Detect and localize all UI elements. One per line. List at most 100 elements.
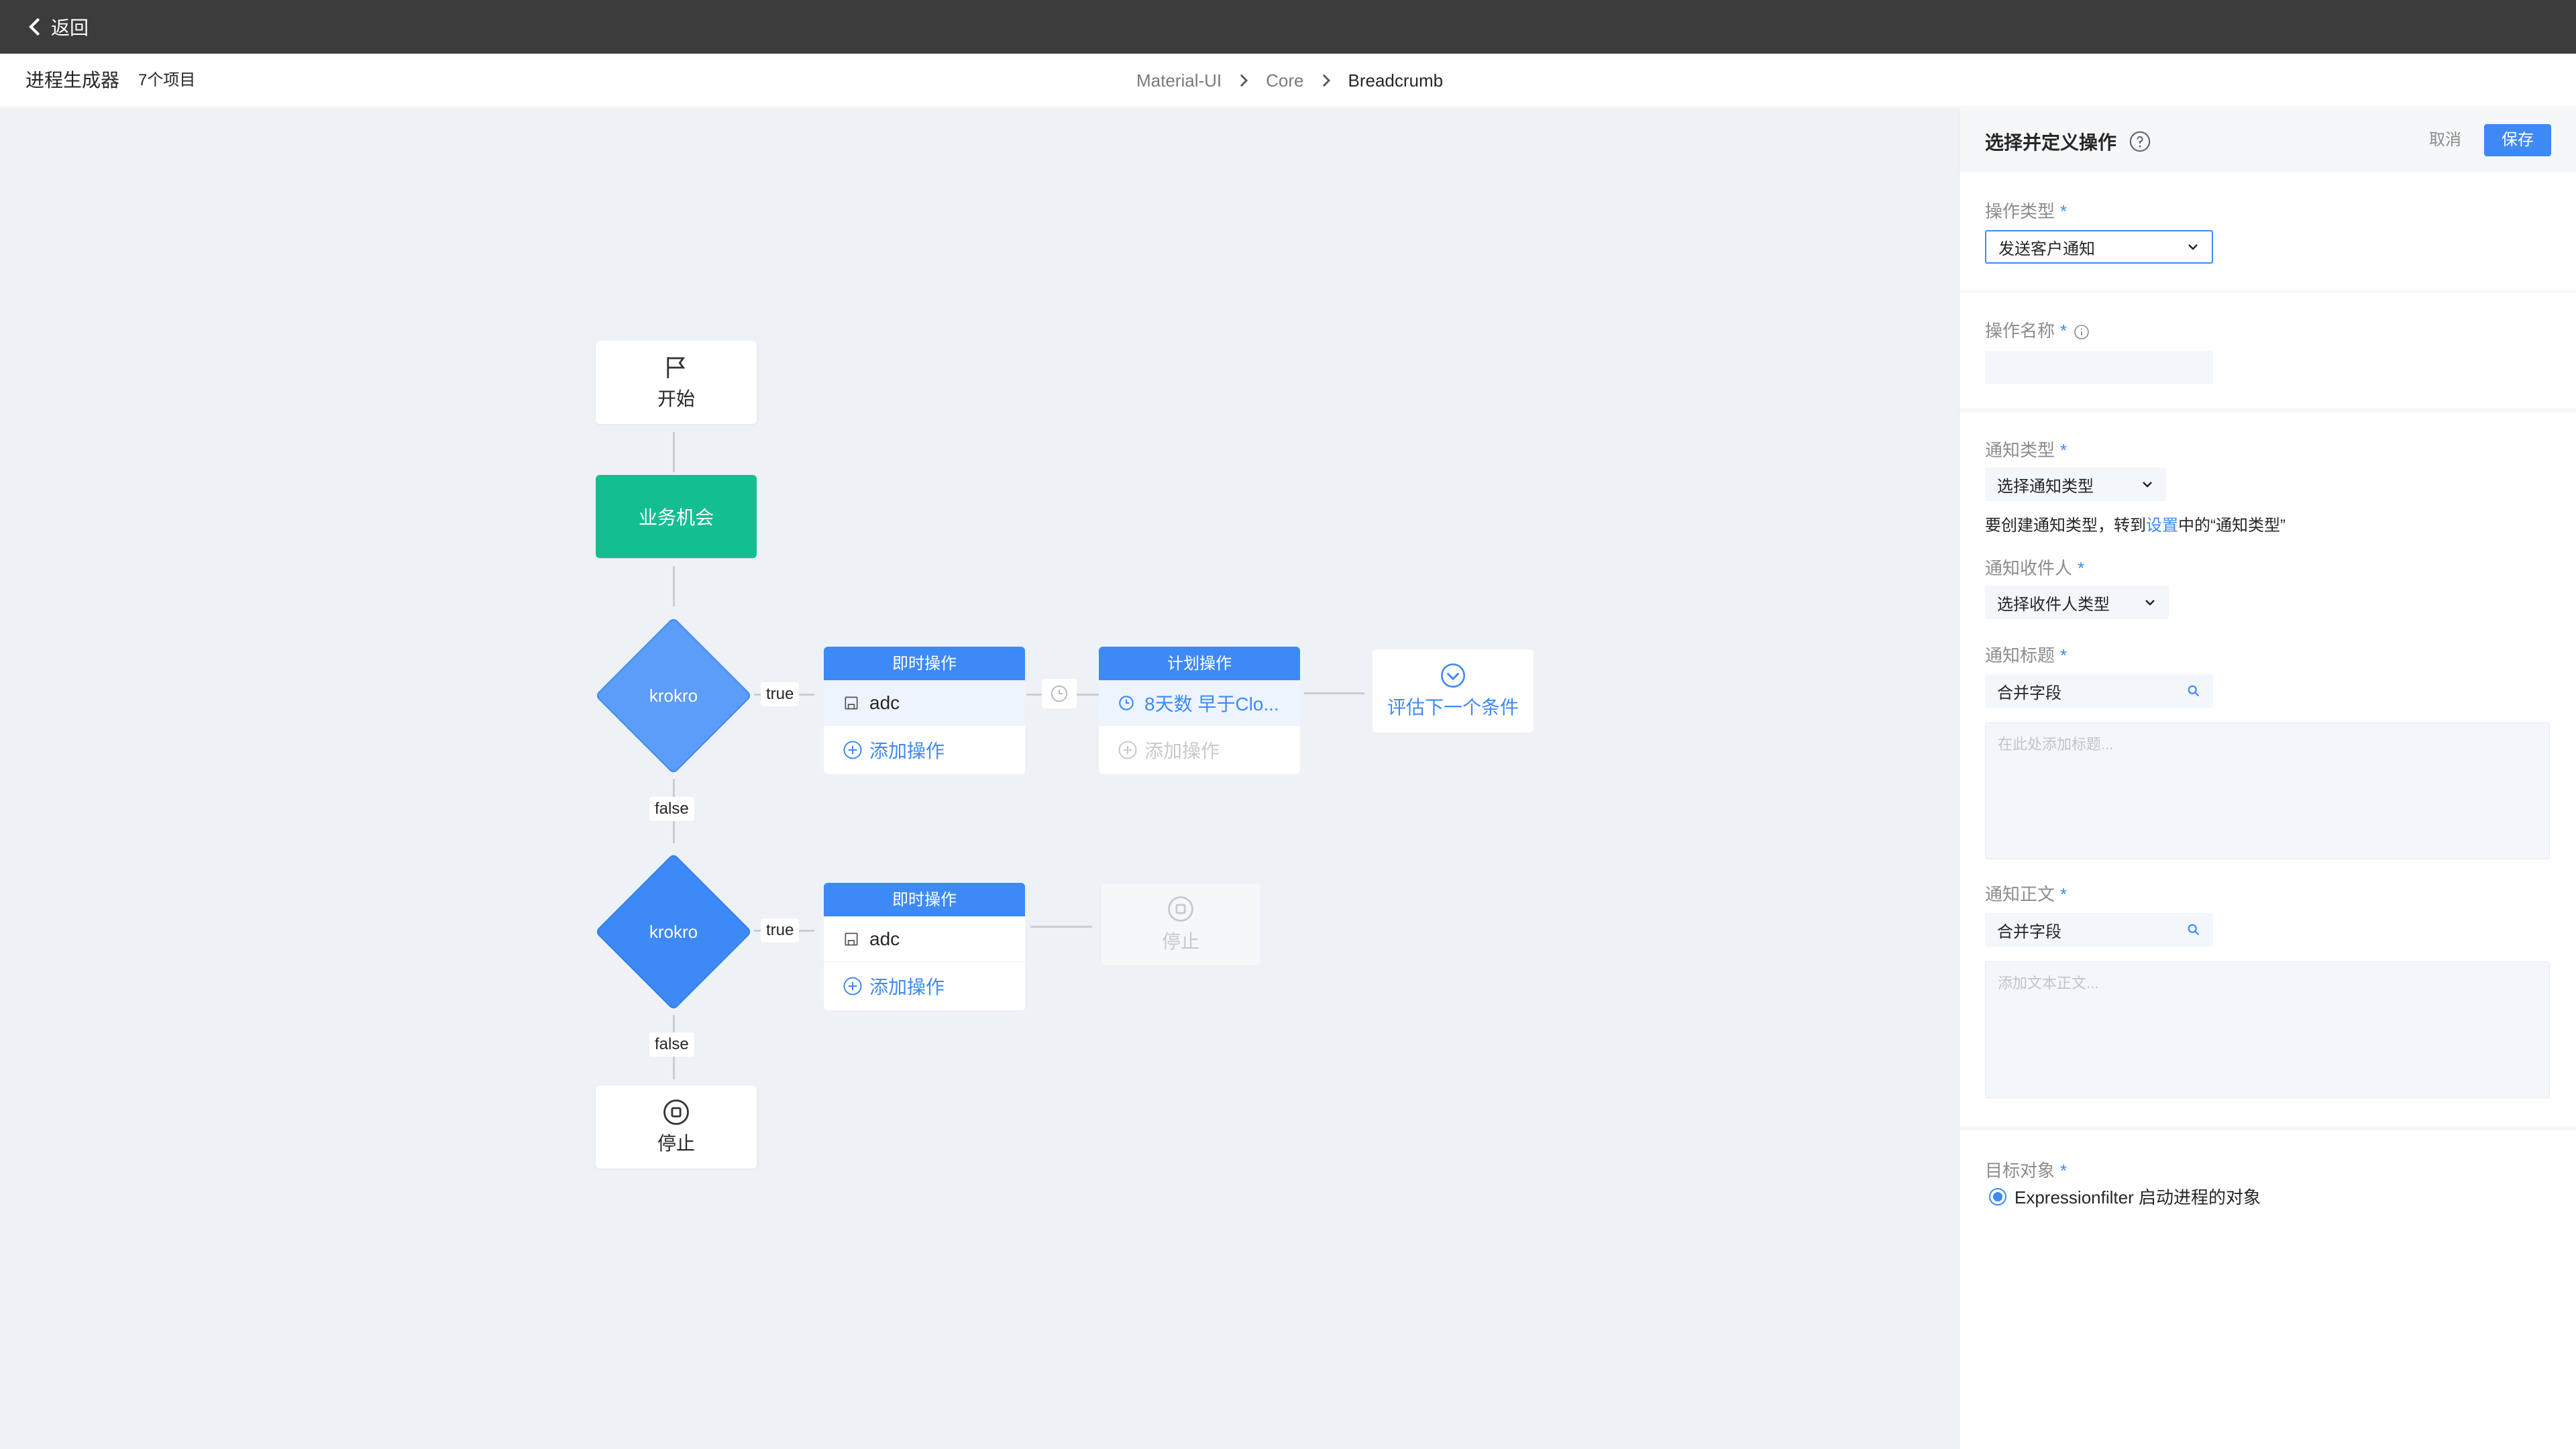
schedule-item[interactable]: 8天数 早于Clo... [1099, 680, 1300, 726]
condition-label: krokro [649, 921, 698, 942]
schedule-item-label: 8天数 早于Clo... [1144, 693, 1279, 714]
target-option[interactable]: Expressionfilter 启动进程的对象 [1989, 1184, 2261, 1209]
opportunity-node[interactable]: 业务机会 [596, 475, 757, 558]
notification-type-hint: 要创建通知类型，转到设置中的“通知类型” [1985, 517, 2286, 535]
false-tag: false [649, 797, 694, 821]
true-tag: true [761, 918, 800, 943]
add-action-button[interactable]: 添加操作 [824, 962, 1025, 1010]
page-title: 进程生成器 [25, 70, 120, 91]
immediate-action-card-1: 即时操作 adc 添加操作 [824, 647, 1025, 774]
breadcrumb-item-current: Breadcrumb [1348, 70, 1444, 91]
action-item-label: adc [869, 928, 900, 949]
action-item-label: adc [869, 692, 900, 713]
back-button[interactable]: 返回 [27, 0, 89, 54]
connector [673, 432, 675, 472]
condition-label: krokro [649, 685, 698, 706]
evaluate-next-node[interactable]: 评估下一个条件 [1373, 649, 1534, 733]
add-action-label: 添加操作 [1144, 741, 1220, 761]
false-tag: false [649, 1032, 694, 1057]
chevron-down-icon [2145, 600, 2155, 606]
chevron-left-icon [29, 17, 40, 36]
recipient-label: 通知收件人 * [1985, 558, 2085, 578]
body-textarea[interactable]: 添加文本正文... [1985, 961, 2550, 1098]
opportunity-label: 业务机会 [638, 507, 714, 528]
recipient-select[interactable]: 选择收件人类型 [1985, 586, 2169, 619]
action-item[interactable]: adc [824, 680, 1025, 726]
help-icon[interactable] [2129, 130, 2151, 153]
section-action-type: 操作类型 * 发送客户通知 [1960, 172, 2576, 290]
add-action-label: 添加操作 [869, 977, 945, 998]
breadcrumb-item-core[interactable]: Core [1266, 70, 1303, 91]
body-label: 通知正文 * [1985, 884, 2068, 904]
evaluate-next-label: 评估下一个条件 [1387, 697, 1519, 718]
cancel-button[interactable]: 取消 [2429, 124, 2461, 156]
back-label: 返回 [51, 17, 89, 38]
true-tag: true [761, 682, 800, 706]
connector [1304, 692, 1364, 694]
target-option-label: Expressionfilter 启动进程的对象 [2015, 1187, 2261, 1208]
radio-selected[interactable] [1989, 1187, 2006, 1205]
title-textarea[interactable]: 在此处添加标题... [1985, 722, 2550, 859]
plus-circle-icon [843, 741, 862, 759]
action-type-select[interactable]: 发送客户通知 [1985, 230, 2213, 264]
connector [1030, 926, 1092, 928]
schedule-chip[interactable] [1042, 679, 1077, 708]
plus-circle-icon [1118, 741, 1137, 759]
action-type-value: 发送客户通知 [1998, 239, 2095, 258]
start-node[interactable]: 开始 [596, 341, 757, 424]
scheduled-action-card: 计划操作 8天数 早于Clo... 添加操作 [1099, 647, 1300, 774]
notification-type-label: 通知类型 * [1985, 440, 2068, 460]
info-icon [2074, 325, 2089, 339]
item-count: 7个项目 [138, 71, 196, 89]
condition-node-1[interactable]: krokro [593, 615, 754, 776]
merge-field-label: 合并字段 [1997, 684, 2061, 702]
immediate-action-title: 即时操作 [824, 883, 1025, 916]
chevron-down-circle-icon [1441, 663, 1465, 688]
chevron-down-icon [2143, 482, 2152, 488]
panel-title: 选择并定义操作 [1985, 128, 2151, 155]
scheduled-action-title: 计划操作 [1099, 647, 1300, 680]
action-item[interactable]: adc [824, 916, 1025, 962]
target-label: 目标对象 * [1985, 1161, 2068, 1181]
breadcrumb-item-material-ui[interactable]: Material-UI [1136, 70, 1222, 91]
chevron-right-icon [1240, 74, 1248, 87]
stop-icon [1168, 896, 1193, 922]
immediate-action-title: 即时操作 [824, 647, 1025, 680]
flow-canvas: 开始 业务机会 krokro true 即时操作 adc 添加操作 计划操作 8… [0, 108, 1959, 1449]
connector [673, 566, 675, 606]
breadcrumb: Material-UI Core Breadcrumb [1136, 54, 1443, 107]
save-button[interactable]: 保存 [2484, 124, 2551, 156]
body-merge-field[interactable]: 合并字段 [1985, 913, 2213, 947]
action-name-input[interactable] [1985, 351, 2213, 384]
stop-label: 停止 [1161, 931, 1199, 952]
notification-icon [845, 696, 858, 710]
action-type-label: 操作类型 * [1985, 201, 2068, 221]
condition-node-2[interactable]: krokro [593, 851, 754, 1012]
search-icon [2188, 685, 2200, 697]
panel-title-text: 选择并定义操作 [1985, 132, 2117, 153]
start-label: 开始 [657, 388, 695, 409]
section-target: 目标对象 * [1960, 1130, 2576, 1449]
merge-field-label: 合并字段 [1997, 922, 2061, 941]
notification-icon [845, 932, 858, 946]
notification-title-label: 通知标题 * [1985, 645, 2068, 665]
add-action-button-disabled[interactable]: 添加操作 [1099, 726, 1300, 774]
immediate-action-card-2: 即时操作 adc 添加操作 [824, 883, 1025, 1010]
action-name-label: 操作名称 * [1985, 317, 2090, 342]
add-action-button[interactable]: 添加操作 [824, 726, 1025, 774]
settings-link[interactable]: 设置 [2146, 517, 2178, 535]
panel-header: 选择并定义操作 取消 保存 [1960, 108, 2576, 172]
clock-icon [1051, 685, 1068, 702]
stop-label: 停止 [657, 1133, 695, 1154]
chevron-right-icon [1322, 74, 1330, 87]
stop-icon [663, 1099, 689, 1125]
sub-header: 进程生成器 7个项目 Material-UI Core Breadcrumb [0, 54, 2576, 107]
stop-node-faded[interactable]: 停止 [1100, 883, 1261, 966]
stop-node[interactable]: 停止 [596, 1085, 757, 1169]
notification-type-select[interactable]: 选择通知类型 [1985, 468, 2166, 501]
chevron-down-icon [2188, 244, 2198, 250]
add-action-label: 添加操作 [869, 741, 945, 761]
flag-icon [667, 357, 686, 378]
title-merge-field[interactable]: 合并字段 [1985, 674, 2213, 708]
section-notification: 通知类型 * 选择通知类型 要创建通知类型，转到设置中的“通知类型” 通知收件人 *… [1960, 413, 2576, 1126]
